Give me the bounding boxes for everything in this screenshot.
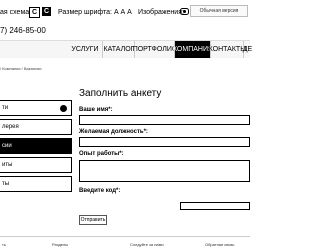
main-nav: УСЛУГИ КАТАЛОГ ПОРТФОЛИО КОМПАНИЯ КОНТАК…	[0, 40, 252, 58]
position-label: Желаемая должность*:	[79, 129, 148, 135]
sidebar-item-credits[interactable]: иты	[0, 157, 72, 173]
footer-col-feedback[interactable]: Обратная связь	[205, 242, 234, 247]
sidebar-item-label: сии	[2, 143, 12, 149]
sidebar-item-news[interactable]: ти	[0, 100, 72, 116]
sidebar-item-gallery[interactable]: лерея	[0, 119, 72, 135]
captcha-label: Введите код*:	[79, 188, 121, 194]
position-field[interactable]	[79, 137, 250, 147]
breadcrumb[interactable]: / Компания / Вакансии	[0, 66, 42, 71]
nav-item-contacts[interactable]: КОНТАКТЫ	[209, 41, 246, 58]
regular-version-button[interactable]: Обычная версия	[190, 5, 248, 17]
accessibility-bar: ая схема: С С Размер шрифта: А А А Изобр…	[0, 0, 250, 40]
sidebar-item-label: иты	[2, 162, 13, 168]
experience-label: Опыт работы*:	[79, 151, 124, 157]
nav-item-catalog[interactable]: КАТАЛОГ	[102, 41, 135, 58]
sidebar-item-label: ти	[2, 105, 9, 111]
sidebar-item-label: ты	[2, 181, 10, 187]
sidebar-item-contacts[interactable]: ты	[0, 176, 72, 192]
sidebar-item-label: лерея	[2, 124, 19, 130]
page-title: Заполнить анкету	[79, 88, 162, 99]
captcha-input[interactable]	[180, 202, 250, 210]
footer-col-about[interactable]: ть	[2, 242, 6, 247]
font-size-control[interactable]: Размер шрифта: А А А	[58, 9, 132, 16]
bullet-icon	[60, 105, 67, 112]
experience-textarea[interactable]	[79, 160, 250, 182]
nav-item-portfolio[interactable]: ПОРТФОЛИО	[133, 41, 177, 58]
phone-number: 7) 246-85-00	[0, 26, 46, 35]
footer-col-follow[interactable]: Следуйте за нами	[130, 242, 164, 247]
footer-col-sections[interactable]: Разделы	[52, 242, 68, 247]
color-scheme-black-button[interactable]: С	[42, 7, 51, 16]
color-scheme-white-button[interactable]: С	[29, 7, 40, 18]
images-toggle-icon[interactable]	[180, 7, 189, 16]
color-scheme-label: ая схема:	[0, 9, 32, 16]
footer-divider	[0, 236, 250, 237]
nav-item-more[interactable]: ДЕ	[243, 41, 252, 58]
nav-item-company[interactable]: КОМПАНИЯ	[173, 41, 213, 58]
sidebar-item-vacancies[interactable]: сии	[0, 138, 72, 154]
name-field[interactable]	[79, 115, 250, 125]
name-label: Ваше имя*:	[79, 107, 113, 113]
nav-item-services[interactable]: УСЛУГИ	[68, 41, 102, 58]
submit-button[interactable]: Отправить	[79, 215, 107, 225]
images-label: Изображения:	[138, 9, 184, 16]
